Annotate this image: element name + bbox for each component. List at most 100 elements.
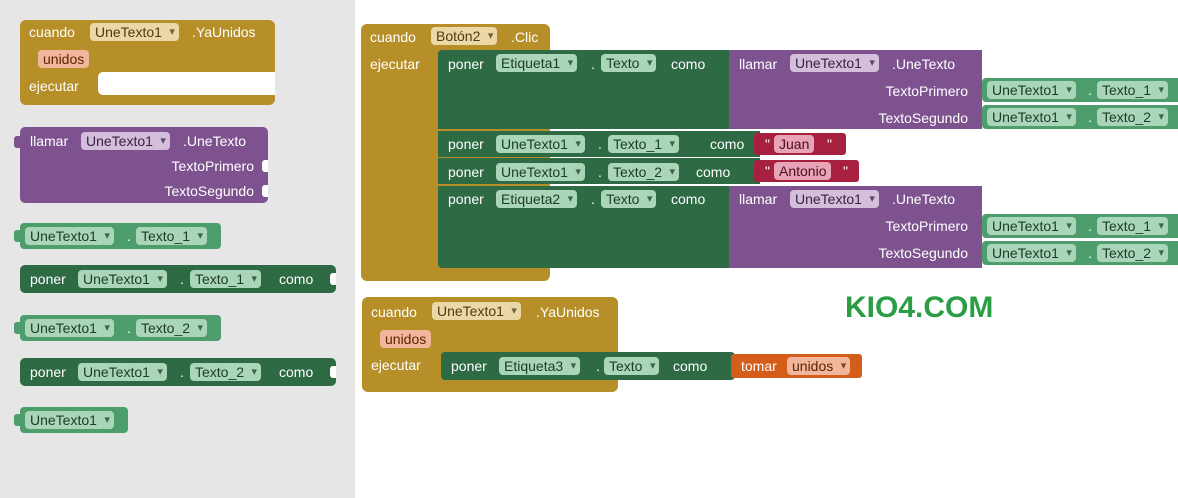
component-dropdown[interactable]: UneTexto1 <box>25 227 114 245</box>
como-label: como <box>671 56 706 72</box>
drawer-event-block[interactable]: cuando UneTexto1 .YaUnidos unidos ejecut… <box>20 20 275 105</box>
property-dropdown[interactable]: Texto_2 <box>136 319 208 337</box>
property-dropdown[interactable]: Texto_1 <box>136 227 208 245</box>
drawer-component-block[interactable]: UneTexto1 <box>20 407 128 433</box>
component-dropdown[interactable]: Botón2 <box>431 27 498 45</box>
arg1-label: TextoPrimero <box>885 218 968 234</box>
property-dropdown[interactable]: Texto_1 <box>608 135 680 153</box>
property-dropdown[interactable]: Texto_1 <box>190 270 262 288</box>
component-dropdown[interactable]: UneTexto1 <box>90 23 179 41</box>
property-dropdown[interactable]: Texto <box>601 54 657 72</box>
component-dropdown[interactable]: UneTexto1 <box>81 132 170 150</box>
como-label: como <box>279 271 314 287</box>
text-literal-antonio[interactable]: " Antonio " <box>754 160 859 182</box>
arg1-socket <box>262 160 268 172</box>
param-unidos[interactable]: unidos <box>380 330 432 348</box>
value-socket <box>330 366 336 378</box>
poner-label: poner <box>448 136 484 152</box>
component-dropdown[interactable]: UneTexto1 <box>496 163 585 181</box>
como-label: como <box>673 358 708 374</box>
como-label: como <box>279 364 314 380</box>
poner-label: poner <box>448 164 484 180</box>
getter-unetexto1-texto1[interactable]: UneTexto1 . Texto_1 <box>982 78 1178 102</box>
call-unetexto-block[interactable]: llamar UneTexto1 .UneTexto TextoPrimero … <box>729 50 982 129</box>
drawer-setter-texto2[interactable]: poner UneTexto1 . Texto_2 como <box>20 358 336 386</box>
method-label: .UneTexto <box>183 133 247 149</box>
dot-label: . <box>591 191 595 207</box>
property-dropdown[interactable]: Texto_1 <box>1097 217 1169 235</box>
output-tab <box>14 322 20 334</box>
text-literal-juan[interactable]: " Juan " <box>754 133 846 155</box>
component-dropdown[interactable]: UneTexto1 <box>496 135 585 153</box>
method-label: .UneTexto <box>892 56 956 72</box>
dot-label: . <box>127 228 131 244</box>
llamar-label: llamar <box>30 133 69 149</box>
poner-label: poner <box>451 358 487 374</box>
setter-unetexto1-texto2[interactable]: poner UneTexto1 . Texto_2 como <box>438 158 760 184</box>
component-dropdown[interactable]: UneTexto1 <box>790 54 879 72</box>
llamar-label: llamar <box>739 56 778 72</box>
component-dropdown[interactable]: Etiqueta1 <box>496 54 578 72</box>
cuando-label: cuando <box>371 304 417 320</box>
text-value[interactable]: Antonio <box>774 162 832 180</box>
cuando-label: cuando <box>29 24 75 40</box>
event-name-label: .Clic <box>511 29 539 45</box>
dot-label: . <box>596 358 600 374</box>
property-dropdown[interactable]: Texto_2 <box>1097 108 1169 126</box>
component-dropdown[interactable]: UneTexto1 <box>25 319 114 337</box>
getter-unetexto1-texto2[interactable]: UneTexto1 . Texto_2 <box>982 241 1178 265</box>
getter-unetexto1-texto2[interactable]: UneTexto1 . Texto_2 <box>982 105 1178 129</box>
getter-unetexto1-texto1[interactable]: UneTexto1 . Texto_1 <box>982 214 1178 238</box>
component-dropdown[interactable]: UneTexto1 <box>987 244 1076 262</box>
property-dropdown[interactable]: Texto <box>604 357 660 375</box>
arg2-socket <box>262 185 268 197</box>
poner-label: poner <box>30 271 66 287</box>
component-dropdown[interactable]: UneTexto1 <box>78 363 167 381</box>
component-dropdown[interactable]: UneTexto1 <box>987 108 1076 126</box>
dot-label: . <box>598 164 602 180</box>
property-dropdown[interactable]: Texto_2 <box>608 163 680 181</box>
setter-etiqueta1-texto[interactable]: poner Etiqueta1 . Texto como <box>438 50 730 129</box>
watermark: KIO4.COM <box>845 291 994 324</box>
poner-label: poner <box>448 56 484 72</box>
param-unidos[interactable]: unidos <box>38 50 90 68</box>
component-dropdown[interactable]: Etiqueta3 <box>499 357 581 375</box>
get-local-block[interactable]: tomar unidos <box>731 354 862 378</box>
component-dropdown[interactable]: UneTexto1 <box>790 190 879 208</box>
setter-etiqueta2-texto[interactable]: poner Etiqueta2 . Texto como <box>438 186 730 268</box>
setter-unetexto1-texto1[interactable]: poner UneTexto1 . Texto_1 como <box>438 131 760 157</box>
component-dropdown[interactable]: UneTexto1 <box>78 270 167 288</box>
ejecutar-label: ejecutar <box>29 78 79 94</box>
dot-label: . <box>180 364 184 380</box>
variable-dropdown[interactable]: unidos <box>787 357 851 375</box>
arg2-label: TextoSegundo <box>878 245 968 261</box>
component-dropdown[interactable]: UneTexto1 <box>987 81 1076 99</box>
component-dropdown[interactable]: UneTexto1 <box>432 302 521 320</box>
drawer-setter-texto1[interactable]: poner UneTexto1 . Texto_1 como <box>20 265 336 293</box>
property-dropdown[interactable]: Texto_1 <box>1097 81 1169 99</box>
property-dropdown[interactable]: Texto_2 <box>1097 244 1169 262</box>
arg1-label: TextoPrimero <box>885 83 968 99</box>
component-dropdown[interactable]: UneTexto1 <box>25 411 114 429</box>
text-value[interactable]: Juan <box>774 135 815 153</box>
output-tab <box>14 414 20 426</box>
dot-label: . <box>598 136 602 152</box>
component-dropdown[interactable]: UneTexto1 <box>987 217 1076 235</box>
ejecutar-label: ejecutar <box>370 56 420 72</box>
output-tab <box>14 230 20 242</box>
dot-label: . <box>1088 109 1092 125</box>
component-dropdown[interactable]: Etiqueta2 <box>496 190 578 208</box>
dot-label: . <box>127 320 131 336</box>
arg2-label: TextoSegundo <box>164 183 254 199</box>
setter-etiqueta3-texto[interactable]: poner Etiqueta3 . Texto como <box>441 352 735 380</box>
drawer-getter-texto2[interactable]: UneTexto1 . Texto_2 <box>20 315 221 341</box>
llamar-label: llamar <box>739 191 778 207</box>
dot-label: . <box>1088 245 1092 261</box>
arg1-label: TextoPrimero <box>171 158 254 174</box>
drawer-call-block[interactable]: llamar UneTexto1 .UneTexto TextoPrimero … <box>20 127 268 203</box>
property-dropdown[interactable]: Texto <box>601 190 657 208</box>
call-unetexto-block[interactable]: llamar UneTexto1 .UneTexto TextoPrimero … <box>729 186 982 268</box>
drawer-getter-texto1[interactable]: UneTexto1 . Texto_1 <box>20 223 221 249</box>
value-socket <box>330 273 336 285</box>
property-dropdown[interactable]: Texto_2 <box>190 363 262 381</box>
